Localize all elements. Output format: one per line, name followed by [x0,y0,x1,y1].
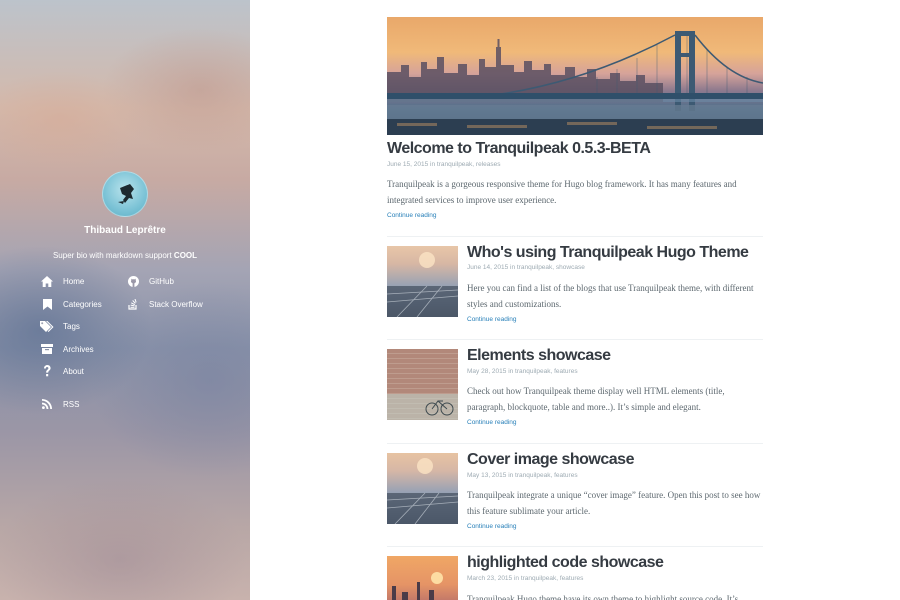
sidebar-item-archives[interactable]: Archives [40,342,94,356]
author-bio-text: Super bio with markdown support [52,251,172,260]
author-name[interactable]: Thibaud Leprêtre [0,225,250,236]
sidebar: Thibaud Leprêtre Super bio with markdown… [0,0,250,600]
stackoverflow-icon [126,297,140,311]
github-icon [126,274,140,288]
sidebar-item-categories[interactable]: Categories [40,297,102,311]
post-meta: March 23, 2015 in tranquilpeak, features [467,575,584,582]
continue-reading-link[interactable]: Continue reading [387,212,437,219]
author-bio-emphasis: COOL [173,251,198,260]
sidebar-item-tags[interactable]: Tags [40,319,80,333]
sidebar-item-label: Categories [63,299,102,309]
post-divider [387,546,763,547]
bookmark-icon [40,297,54,311]
sidebar-item-label: GitHub [149,276,174,286]
brick-wall-bicycle-image [387,349,458,420]
sidebar-item-stackoverflow[interactable]: Stack Overflow [126,297,203,311]
post-divider [387,236,763,237]
post-meta: May 28, 2015 in tranquilpeak, features [467,368,578,375]
sidebar-item-label: Home [63,276,85,286]
post-thumbnail[interactable] [387,453,458,524]
sidebar-item-home[interactable]: Home [40,274,84,288]
avatar[interactable] [102,171,148,217]
aerial-city-image [387,458,458,524]
post-excerpt: Here you can find a list of the blogs th… [467,283,754,309]
home-icon [40,274,54,288]
continue-reading-link[interactable]: Continue reading [467,316,517,323]
question-icon [40,364,54,378]
sidebar-item-label: Stack Overflow [149,299,203,309]
sidebar-item-label: Archives [63,344,94,354]
author-bio: Super bio with markdown support COOL [0,251,250,260]
sidebar-item-label: RSS [63,399,80,409]
archive-icon [40,342,54,356]
city-bridge-image [387,31,763,135]
tags-icon [40,319,54,333]
post-excerpt: Check out how Tranquilpeak theme display… [467,386,725,412]
post-excerpt: Tranquilpeak is a gorgeous responsive th… [387,179,737,205]
sunset-city-image [392,572,443,600]
continue-reading-link[interactable]: Continue reading [467,523,517,530]
avatar-silhouette-icon [118,184,134,204]
post-thumbnail[interactable] [387,556,458,600]
sidebar-item-about[interactable]: About [40,364,84,378]
post-excerpt: Tranquilpeak integrate a unique “cover i… [467,490,761,516]
sidebar-item-rss[interactable]: RSS [40,397,79,411]
post-meta: May 13, 2015 in tranquilpeak, features [467,472,578,479]
post-title[interactable]: Who's using Tranquilpeak Hugo Theme [467,244,749,262]
post-excerpt: Tranquilpeak Hugo theme have its own the… [467,594,739,600]
sidebar-item-label: About [63,366,84,376]
post-cover-image[interactable] [387,17,763,135]
sidebar-item-github[interactable]: GitHub [126,274,174,288]
aerial-city-image [387,252,458,317]
post-divider [387,339,763,340]
post-divider [387,443,763,444]
post-title[interactable]: highlighted code showcase [467,554,664,572]
sidebar-item-label: Tags [63,321,80,331]
post-meta: June 14, 2015 in tranquilpeak, showcase [467,264,585,271]
post-meta: June 15, 2015 in tranquilpeak, releases [387,161,501,168]
sidebar-profile: Thibaud Leprêtre Super bio with markdown… [0,171,250,260]
post-title[interactable]: Welcome to Tranquilpeak 0.5.3-BETA [387,140,651,158]
post-title[interactable]: Elements showcase [467,347,611,365]
continue-reading-link[interactable]: Continue reading [467,419,517,426]
post-title[interactable]: Cover image showcase [467,451,634,469]
post-thumbnail[interactable] [387,246,458,317]
post-list: Welcome to Tranquilpeak 0.5.3-BETA June … [250,0,900,600]
post-thumbnail[interactable] [387,349,458,420]
rss-icon [40,397,54,411]
